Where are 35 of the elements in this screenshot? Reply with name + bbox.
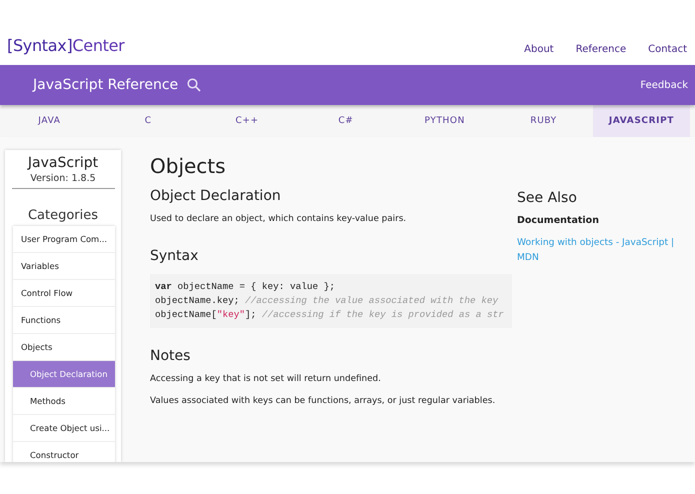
site-logo[interactable]: [Syntax]Center: [7, 36, 124, 55]
nav-link[interactable]: Reference: [576, 44, 626, 55]
language-name: JavaScript: [28, 155, 98, 171]
page-heading: Objects: [150, 154, 227, 178]
language-tab[interactable]: PYTHON: [395, 105, 494, 137]
note-text: Accessing a key that is not set will return undefined.: [150, 374, 382, 384]
nav-link[interactable]: Contact: [648, 44, 687, 55]
language-tab[interactable]: C#: [296, 105, 396, 137]
language-tab[interactable]: RUBY: [494, 105, 593, 137]
language-tab[interactable]: C: [98, 105, 198, 137]
note-text: Values associated with keys can be functions, arrays, or just regular variables.: [150, 396, 496, 406]
see-also-heading: See Also: [517, 190, 578, 206]
documentation-heading: Documentation: [517, 215, 600, 226]
version-text: Version: 1.8.5: [12, 173, 114, 189]
search-icon[interactable]: [187, 78, 202, 92]
category-item[interactable]: Methods: [13, 388, 115, 415]
page-title: JavaScript Reference: [33, 77, 178, 93]
categories-heading: Categories: [28, 208, 98, 223]
category-item[interactable]: Constructor: [13, 442, 115, 462]
category-item[interactable]: Create Object usi...: [13, 415, 115, 442]
category-item[interactable]: Object Declaration: [13, 361, 115, 388]
notes-heading: Notes: [150, 348, 192, 364]
language-tab[interactable]: JAVASCRIPT: [592, 105, 690, 137]
section-heading: Object Declaration: [150, 188, 282, 204]
category-item[interactable]: Control Flow: [13, 280, 115, 307]
nav-link[interactable]: About: [524, 44, 554, 55]
category-item[interactable]: Functions: [13, 307, 115, 334]
language-tab[interactable]: C++: [198, 105, 296, 137]
language-tab[interactable]: JAVA: [0, 105, 99, 137]
feedback-link[interactable]: Feedback: [640, 80, 688, 90]
category-item[interactable]: User Program Com...: [13, 226, 115, 253]
description-text: Used to declare an object, which contains key-value pairs.: [150, 214, 408, 224]
code-block: var objectName = { key: value }; objectName.key; //accessing the value associated with the key objectName["key"]; //accessing if the key is provided as a str: [150, 274, 512, 328]
category-item[interactable]: Variables: [13, 253, 115, 280]
syntax-heading: Syntax: [150, 248, 200, 264]
